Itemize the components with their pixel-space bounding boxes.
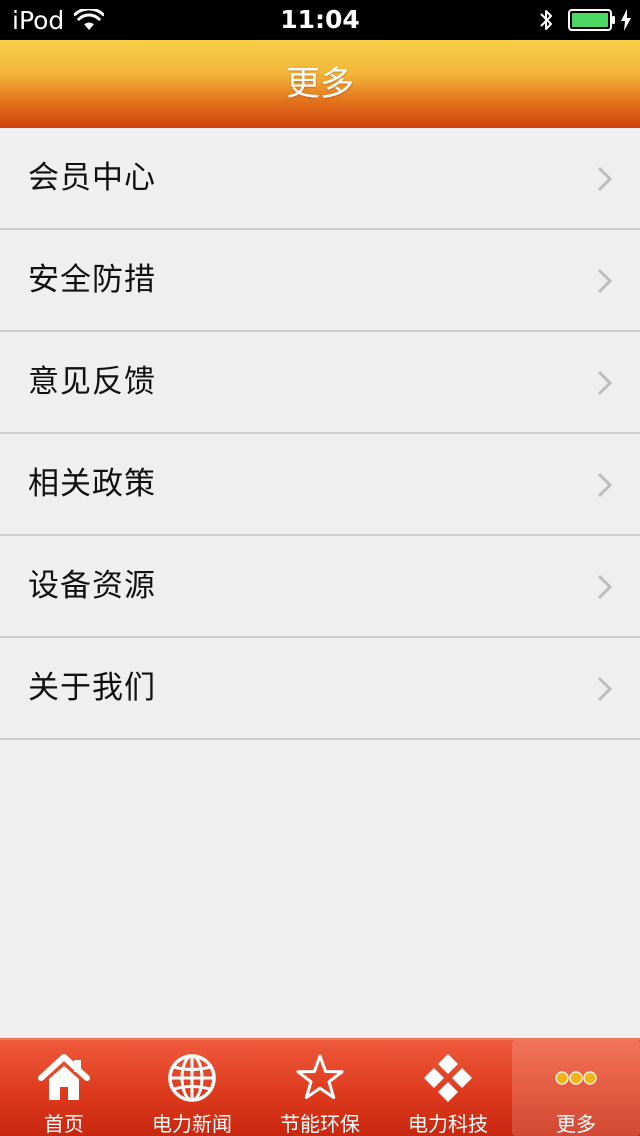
more-dots-icon [512, 1052, 640, 1104]
menu-list: 会员中心 安全防措 意见反馈 相关政策 设备资源 关于我们 [0, 128, 640, 740]
charging-bolt-icon [621, 9, 631, 31]
menu-item-label: 设备资源 [28, 568, 156, 604]
menu-item-related-policies[interactable]: 相关政策 [0, 434, 640, 536]
tab-power-tech[interactable]: 电力科技 [384, 1040, 512, 1136]
tab-power-news[interactable]: 电力新闻 [128, 1040, 256, 1136]
menu-item-member-center[interactable]: 会员中心 [0, 128, 640, 230]
tab-bar: 首页 电力新闻 节能环保 电力科技 更多 [0, 1038, 640, 1136]
screen: iPod 11:04 更多 会员中心 安全防措 意见反馈 相关政策 设备资源 关… [0, 0, 640, 1136]
tab-home[interactable]: 首页 [0, 1040, 128, 1136]
menu-item-equipment-resources[interactable]: 设备资源 [0, 536, 640, 638]
menu-item-about-us[interactable]: 关于我们 [0, 638, 640, 740]
page-title: 更多 [286, 64, 354, 104]
chevron-right-icon [596, 574, 612, 600]
menu-item-label: 会员中心 [28, 160, 156, 196]
menu-item-feedback[interactable]: 意见反馈 [0, 332, 640, 434]
tab-energy-saving[interactable]: 节能环保 [256, 1040, 384, 1136]
chevron-right-icon [596, 472, 612, 498]
tab-label: 首页 [44, 1112, 84, 1136]
diamond-grid-icon [384, 1052, 512, 1104]
nav-bar: 更多 [0, 40, 640, 128]
tab-label: 电力新闻 [152, 1112, 232, 1136]
status-right [538, 0, 632, 40]
globe-icon [128, 1052, 256, 1104]
chevron-right-icon [596, 268, 612, 294]
tab-label: 更多 [556, 1112, 596, 1136]
battery-icon [568, 9, 615, 31]
status-bar: iPod 11:04 [0, 0, 640, 40]
star-icon [256, 1052, 384, 1104]
menu-item-label: 意见反馈 [28, 364, 156, 400]
menu-item-label: 相关政策 [28, 466, 156, 502]
menu-item-label: 安全防措 [28, 262, 156, 298]
tab-label: 节能环保 [280, 1112, 360, 1136]
tab-label: 电力科技 [408, 1112, 488, 1136]
chevron-right-icon [596, 370, 612, 396]
chevron-right-icon [596, 166, 612, 192]
tab-more[interactable]: 更多 [512, 1040, 640, 1136]
chevron-right-icon [596, 676, 612, 702]
bluetooth-icon [540, 10, 552, 30]
home-icon [0, 1052, 128, 1104]
menu-item-safety-measures[interactable]: 安全防措 [0, 230, 640, 332]
menu-item-label: 关于我们 [28, 670, 156, 706]
